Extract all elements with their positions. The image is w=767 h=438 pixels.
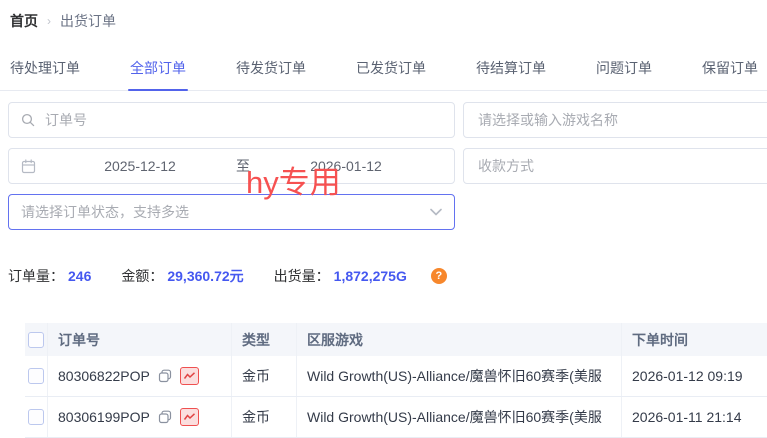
stat-order-count-label: 订单量： — [8, 266, 64, 286]
tab-all-orders[interactable]: 全部订单 — [128, 52, 188, 90]
date-start-value[interactable]: 2025-12-12 — [44, 158, 236, 174]
order-status-placeholder: 请选择订单状态，支持多选 — [21, 202, 430, 222]
search-icon — [21, 113, 35, 127]
game-name-field[interactable] — [463, 102, 767, 138]
order-no-input[interactable] — [43, 111, 442, 129]
filter-bar: 2025-12-12 至 2026-01-12 请选择订单状态，支持多选 — [8, 102, 767, 230]
payment-method-field[interactable] — [463, 148, 767, 184]
calendar-icon — [21, 159, 36, 174]
stat-order-count: 订单量： 246 — [8, 266, 91, 286]
game-name-input[interactable] — [476, 111, 767, 129]
tab-pending[interactable]: 待处理订单 — [8, 52, 82, 90]
stat-amount-value: 29,360.72元 — [167, 266, 243, 286]
order-no-cell: 80306199POP — [48, 397, 232, 437]
tab-reserved[interactable]: 保留订单 — [700, 52, 760, 90]
type-cell: 金币 — [232, 397, 297, 437]
breadcrumb-current: 出货订单 — [60, 11, 116, 31]
chart-image-icon[interactable] — [180, 408, 199, 426]
breadcrumb-home-link[interactable]: 首页 — [10, 11, 38, 31]
type-cell: 金币 — [232, 356, 297, 396]
row-checkbox[interactable] — [28, 409, 44, 425]
row-checkbox[interactable] — [28, 368, 44, 384]
order-no-text: 80306199POP — [58, 409, 150, 425]
stat-amount-label: 金额： — [121, 266, 163, 286]
breadcrumb: 首页 › 出货订单 — [0, 0, 767, 31]
tab-shipped[interactable]: 已发货订单 — [354, 52, 428, 90]
table-row[interactable]: 80306199POP 金币 Wild Growth(US)-Alliance/… — [25, 397, 767, 438]
header-select-all-cell — [25, 323, 48, 356]
select-all-checkbox[interactable] — [28, 332, 44, 348]
row-select-cell — [25, 397, 48, 437]
orders-table: 订单号 类型 区服游戏 下单时间 80306822POP 金币 Wild Gro… — [25, 323, 767, 438]
tab-to-ship[interactable]: 待发货订单 — [234, 52, 308, 90]
payment-method-input[interactable] — [476, 157, 767, 175]
header-game: 区服游戏 — [297, 323, 622, 356]
order-no-text: 80306822POP — [58, 368, 150, 384]
table-row[interactable]: 80306822POP 金币 Wild Growth(US)-Alliance/… — [25, 356, 767, 397]
header-type: 类型 — [232, 323, 297, 356]
tab-to-settle[interactable]: 待结算订单 — [474, 52, 548, 90]
chevron-down-icon[interactable] — [430, 208, 442, 216]
header-order-no: 订单号 — [48, 323, 232, 356]
order-tabs: 待处理订单 全部订单 待发货订单 已发货订单 待结算订单 问题订单 保留订单 — [0, 52, 767, 91]
copy-icon[interactable] — [158, 410, 172, 424]
game-cell: Wild Growth(US)-Alliance/魔兽怀旧60赛季(美服 — [297, 397, 622, 437]
order-no-search-field[interactable] — [8, 102, 455, 138]
copy-icon[interactable] — [158, 369, 172, 383]
summary-stats: 订单量： 246 金额： 29,360.72元 出货量： 1,872,275G … — [8, 266, 767, 286]
game-cell: Wild Growth(US)-Alliance/魔兽怀旧60赛季(美服 — [297, 356, 622, 396]
date-range-picker[interactable]: 2025-12-12 至 2026-01-12 — [8, 148, 455, 184]
stat-order-count-value: 246 — [68, 268, 91, 284]
table-header-row: 订单号 类型 区服游戏 下单时间 — [25, 323, 767, 356]
time-cell: 2026-01-11 21:14 — [622, 397, 767, 437]
help-question-icon[interactable]: ? — [431, 268, 447, 284]
tab-problem[interactable]: 问题订单 — [594, 52, 654, 90]
table-body: 80306822POP 金币 Wild Growth(US)-Alliance/… — [25, 356, 767, 438]
stat-shipment-label: 出货量： — [274, 266, 330, 286]
order-status-multiselect[interactable]: 请选择订单状态，支持多选 — [8, 194, 455, 230]
header-time: 下单时间 — [622, 323, 767, 356]
date-range-to-label: 至 — [236, 156, 250, 176]
stat-shipment-value: 1,872,275G — [334, 268, 407, 284]
breadcrumb-separator-icon: › — [47, 14, 51, 28]
row-select-cell — [25, 356, 48, 396]
stat-shipment: 出货量： 1,872,275G — [274, 266, 407, 286]
stat-amount: 金额： 29,360.72元 — [121, 266, 243, 286]
chart-image-icon[interactable] — [180, 367, 199, 385]
date-end-value[interactable]: 2026-01-12 — [250, 158, 442, 174]
time-cell: 2026-01-12 09:19 — [622, 356, 767, 396]
order-no-cell: 80306822POP — [48, 356, 232, 396]
